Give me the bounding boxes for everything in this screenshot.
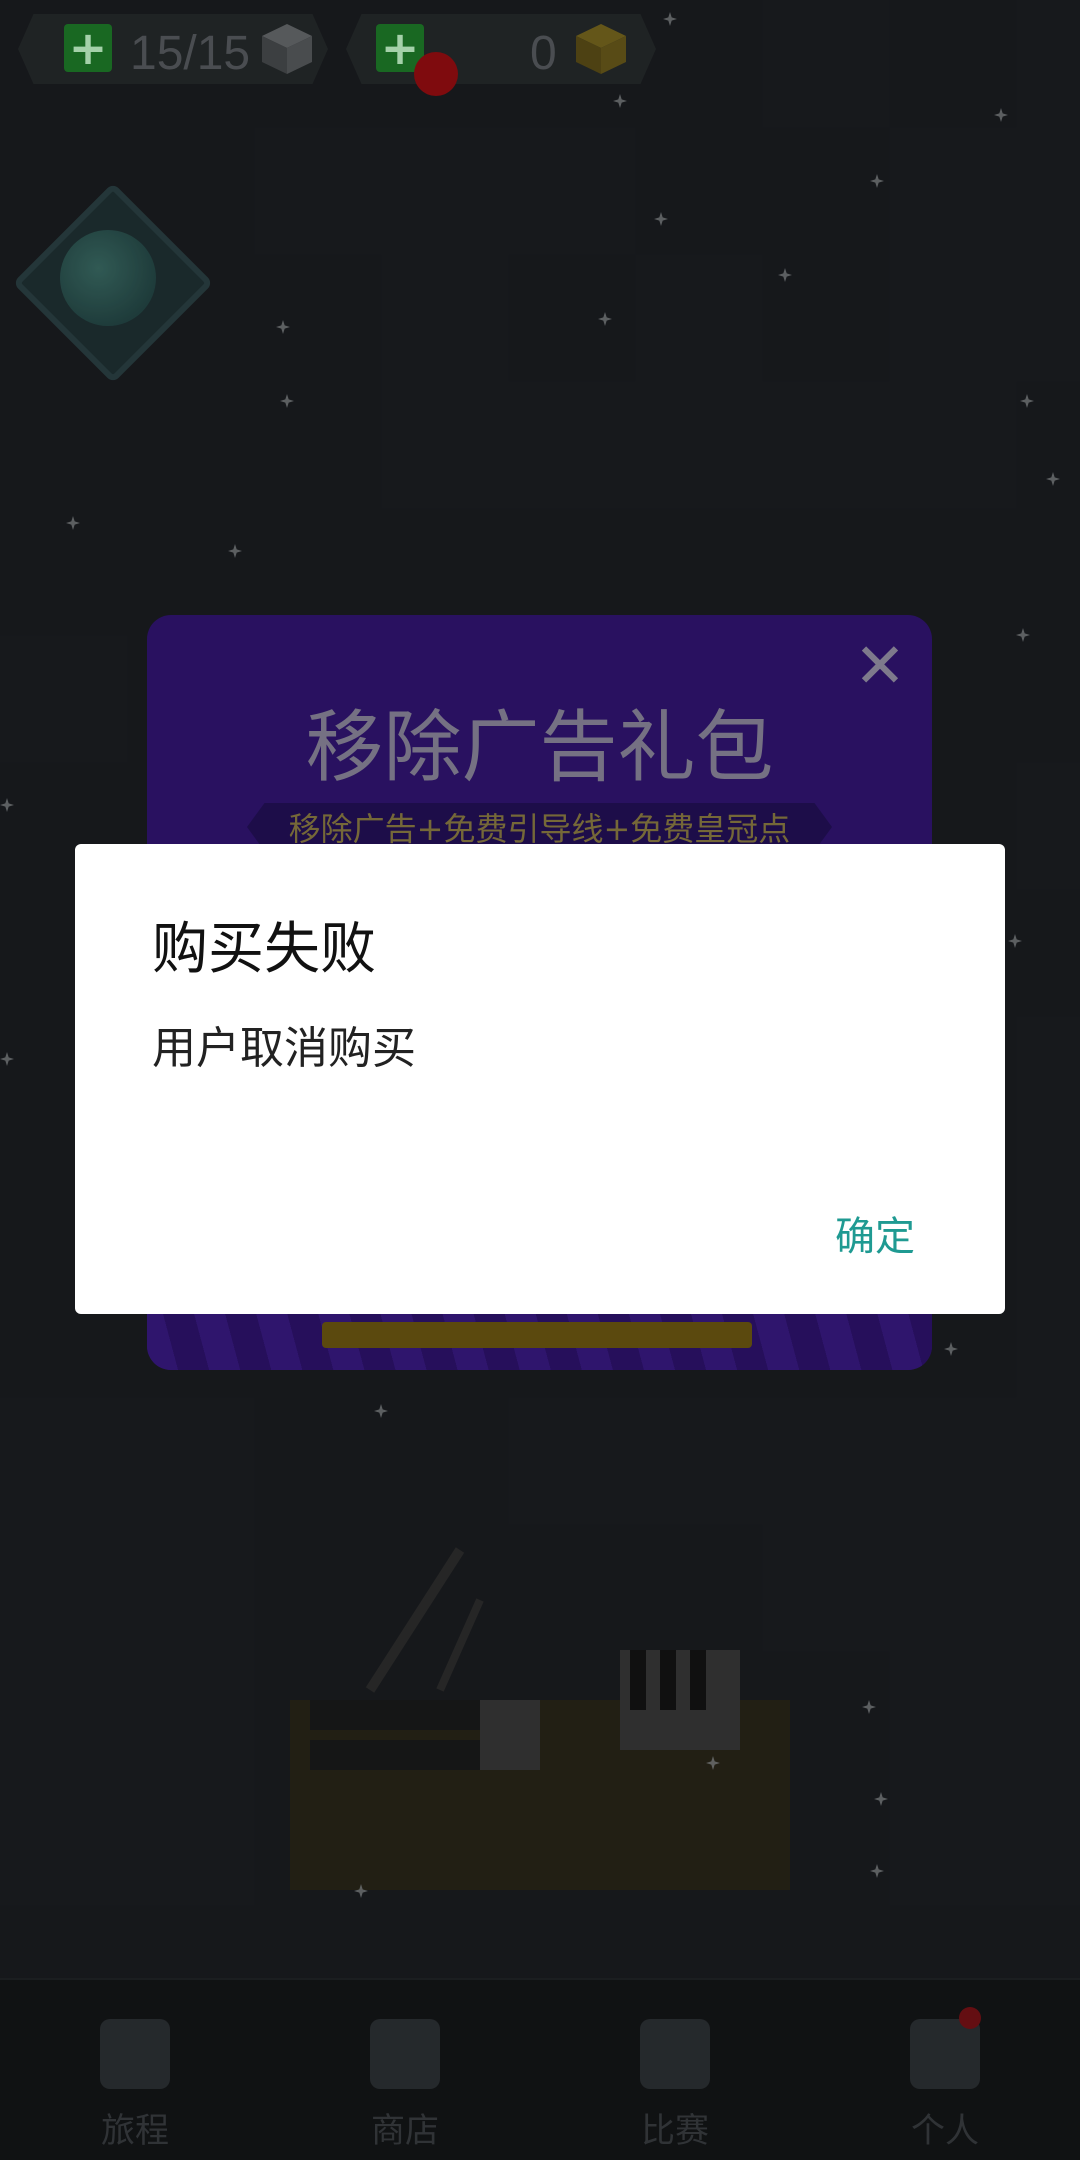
dialog-message: 用户取消购买 bbox=[152, 1023, 416, 1074]
dialog-title: 购买失败 bbox=[152, 917, 376, 982]
purchase-failed-dialog: 购买失败 用户取消购买 确定 bbox=[75, 844, 1005, 1314]
app-screen: + 15/15 + 0 ✕ 移除广告礼包 移除广告+免费引导线+免费皇冠点 旅程… bbox=[0, 0, 1080, 2160]
confirm-button[interactable]: 确定 bbox=[835, 1204, 915, 1262]
